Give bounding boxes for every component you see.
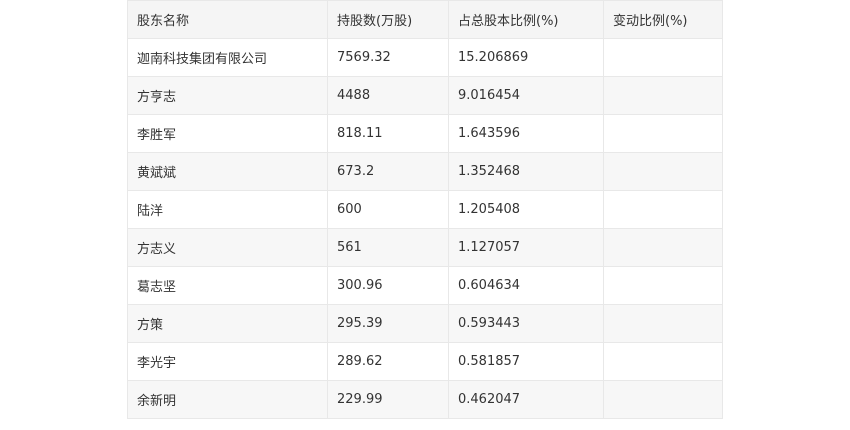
cell-change-ratio xyxy=(603,380,723,419)
header-shares-held: 持股数(万股) xyxy=(327,0,449,39)
cell-shares-held: 289.62 xyxy=(327,342,449,381)
cell-share-ratio: 0.462047 xyxy=(448,380,604,419)
cell-shares-held: 561 xyxy=(327,228,449,267)
cell-share-ratio: 1.127057 xyxy=(448,228,604,267)
table-row: 黄斌斌 673.2 1.352468 xyxy=(127,152,723,191)
table-row: 陆洋 600 1.205408 xyxy=(127,190,723,229)
cell-shares-held: 295.39 xyxy=(327,304,449,343)
cell-shareholder-name: 方志义 xyxy=(127,228,328,267)
cell-share-ratio: 1.643596 xyxy=(448,114,604,153)
cell-shareholder-name: 余新明 xyxy=(127,380,328,419)
header-shareholder-name: 股东名称 xyxy=(127,0,328,39)
cell-share-ratio: 0.593443 xyxy=(448,304,604,343)
table-row: 李光宇 289.62 0.581857 xyxy=(127,342,723,381)
cell-shares-held: 600 xyxy=(327,190,449,229)
cell-change-ratio xyxy=(603,342,723,381)
table-row: 方策 295.39 0.593443 xyxy=(127,304,723,343)
cell-share-ratio: 1.352468 xyxy=(448,152,604,191)
table-row: 迦南科技集团有限公司 7569.32 15.206869 xyxy=(127,38,723,77)
header-share-ratio: 占总股本比例(%) xyxy=(448,0,604,39)
cell-shares-held: 4488 xyxy=(327,76,449,115)
cell-share-ratio: 0.581857 xyxy=(448,342,604,381)
table-row: 李胜军 818.11 1.643596 xyxy=(127,114,723,153)
cell-shareholder-name: 李胜军 xyxy=(127,114,328,153)
cell-shares-held: 300.96 xyxy=(327,266,449,305)
header-row: 股东名称 持股数(万股) 占总股本比例(%) 变动比例(%) xyxy=(127,0,723,39)
cell-share-ratio: 9.016454 xyxy=(448,76,604,115)
cell-share-ratio: 15.206869 xyxy=(448,38,604,77)
cell-shareholder-name: 方亨志 xyxy=(127,76,328,115)
cell-change-ratio xyxy=(603,304,723,343)
table-row: 余新明 229.99 0.462047 xyxy=(127,380,723,419)
shareholder-table-container: 股东名称 持股数(万股) 占总股本比例(%) 变动比例(%) 迦南科技集团有限公… xyxy=(127,0,723,419)
shareholder-table: 股东名称 持股数(万股) 占总股本比例(%) 变动比例(%) 迦南科技集团有限公… xyxy=(127,0,723,419)
cell-change-ratio xyxy=(603,152,723,191)
cell-change-ratio xyxy=(603,76,723,115)
table-body: 迦南科技集团有限公司 7569.32 15.206869 方亨志 4488 9.… xyxy=(127,38,723,419)
cell-shareholder-name: 方策 xyxy=(127,304,328,343)
cell-shareholder-name: 葛志坚 xyxy=(127,266,328,305)
cell-change-ratio xyxy=(603,190,723,229)
cell-change-ratio xyxy=(603,114,723,153)
cell-shares-held: 7569.32 xyxy=(327,38,449,77)
cell-shares-held: 673.2 xyxy=(327,152,449,191)
cell-share-ratio: 0.604634 xyxy=(448,266,604,305)
cell-change-ratio xyxy=(603,266,723,305)
cell-shareholder-name: 李光宇 xyxy=(127,342,328,381)
header-change-ratio: 变动比例(%) xyxy=(603,0,723,39)
cell-shareholder-name: 陆洋 xyxy=(127,190,328,229)
table-row: 方亨志 4488 9.016454 xyxy=(127,76,723,115)
cell-shareholder-name: 迦南科技集团有限公司 xyxy=(127,38,328,77)
cell-change-ratio xyxy=(603,228,723,267)
cell-shares-held: 818.11 xyxy=(327,114,449,153)
cell-shares-held: 229.99 xyxy=(327,380,449,419)
table-header: 股东名称 持股数(万股) 占总股本比例(%) 变动比例(%) xyxy=(127,0,723,39)
cell-change-ratio xyxy=(603,38,723,77)
cell-shareholder-name: 黄斌斌 xyxy=(127,152,328,191)
table-row: 方志义 561 1.127057 xyxy=(127,228,723,267)
table-row: 葛志坚 300.96 0.604634 xyxy=(127,266,723,305)
cell-share-ratio: 1.205408 xyxy=(448,190,604,229)
